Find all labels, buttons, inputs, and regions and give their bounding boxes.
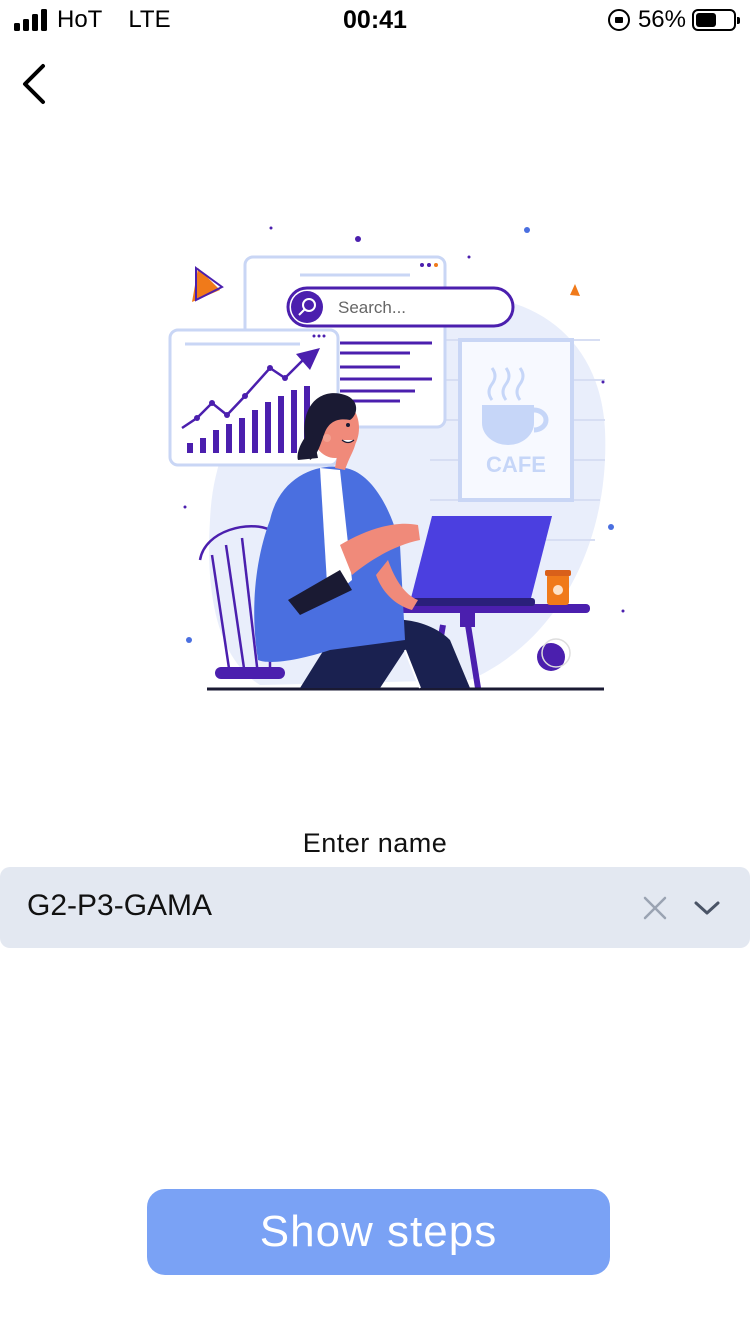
laptop — [410, 516, 552, 602]
battery-level — [696, 13, 717, 27]
show-steps-button[interactable]: Show steps — [147, 1189, 610, 1275]
battery-percentage: 56% — [637, 6, 686, 33]
hero-illustration: CAFE Search... — [168, 226, 625, 691]
rotation-lock-icon — [607, 9, 630, 31]
battery-icon — [692, 9, 740, 31]
status-right: 56% — [607, 6, 740, 34]
back-button[interactable] — [12, 60, 56, 108]
chevron-left-icon — [23, 64, 45, 104]
name-field-label: Enter name — [302, 828, 448, 858]
cafe-sign-text: CAFE — [486, 452, 546, 477]
chevron-down-icon[interactable] — [690, 893, 724, 923]
illustration-search-placeholder: Search... — [338, 298, 406, 317]
name-select-field[interactable]: G2-P3-GAMA — [0, 867, 750, 948]
status-bar: HoT LTE 00:41 56% — [0, 0, 750, 40]
name-select-value: G2-P3-GAMA — [27, 889, 213, 922]
close-icon[interactable] — [640, 893, 670, 923]
